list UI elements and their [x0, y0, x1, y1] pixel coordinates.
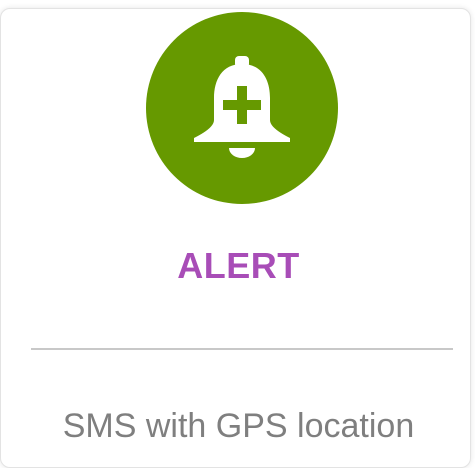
bell-plus-icon: [194, 56, 290, 158]
divider: [31, 348, 453, 350]
alert-card[interactable]: ALERT SMS with GPS location: [0, 8, 471, 468]
card-title: ALERT: [177, 245, 300, 286]
card-subtitle: SMS with GPS location: [62, 407, 415, 445]
alert-icon-circle: [146, 12, 338, 204]
